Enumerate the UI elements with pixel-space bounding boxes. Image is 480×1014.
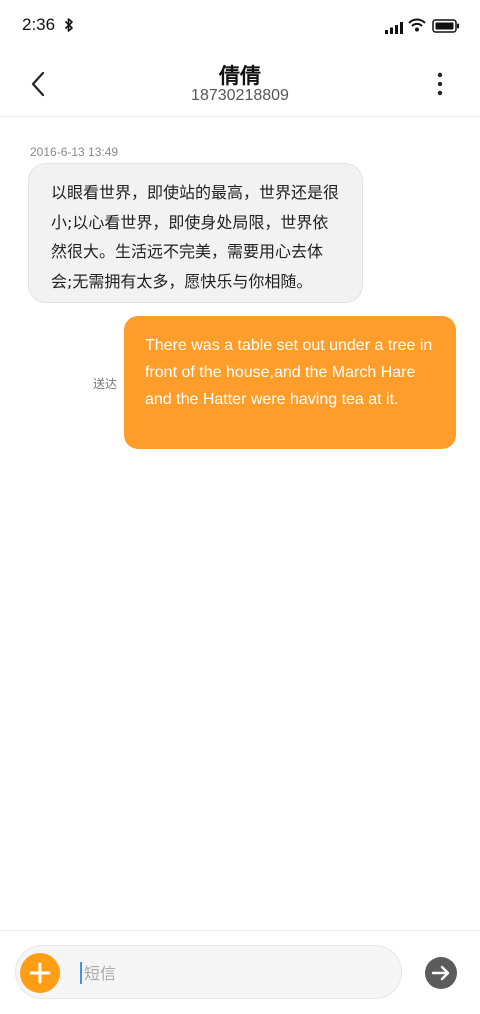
sms-input[interactable] (84, 960, 384, 986)
outgoing-message-bubble[interactable]: There was a table set out under a tree i… (124, 316, 456, 449)
send-button[interactable] (425, 957, 457, 989)
add-attachment-button[interactable] (20, 953, 60, 993)
wifi-icon (408, 17, 426, 36)
send-arrow-icon (425, 965, 457, 993)
plus-icon (20, 962, 60, 997)
outgoing-message-text: There was a table set out under a tree i… (145, 337, 433, 408)
contact-name: 倩倩 (219, 64, 261, 88)
contact-number: 18730218809 (191, 87, 289, 104)
conversation-header: 倩倩 18730218809 (0, 52, 480, 117)
more-options-button[interactable] (424, 68, 456, 100)
status-time: 2:36 (22, 15, 56, 34)
text-cursor (80, 962, 82, 984)
status-bar: 2:36 (0, 0, 480, 52)
battery-icon (432, 18, 460, 37)
incoming-message-text: 以眼看世界，即使站的最高，世界还是很小;以心看世界，即使身处局限，世界依然很大。… (51, 183, 340, 291)
message-composer (0, 930, 480, 1014)
bluetooth-icon (64, 17, 74, 36)
delivery-status: 送达 (93, 377, 118, 391)
more-vertical-icon (424, 72, 456, 104)
message-timestamp: 2016-6-13 13:49 (30, 145, 119, 159)
incoming-message-bubble[interactable]: 以眼看世界，即使站的最高，世界还是很小;以心看世界，即使身处局限，世界依然很大。… (28, 163, 363, 303)
signal-icon (385, 19, 404, 38)
